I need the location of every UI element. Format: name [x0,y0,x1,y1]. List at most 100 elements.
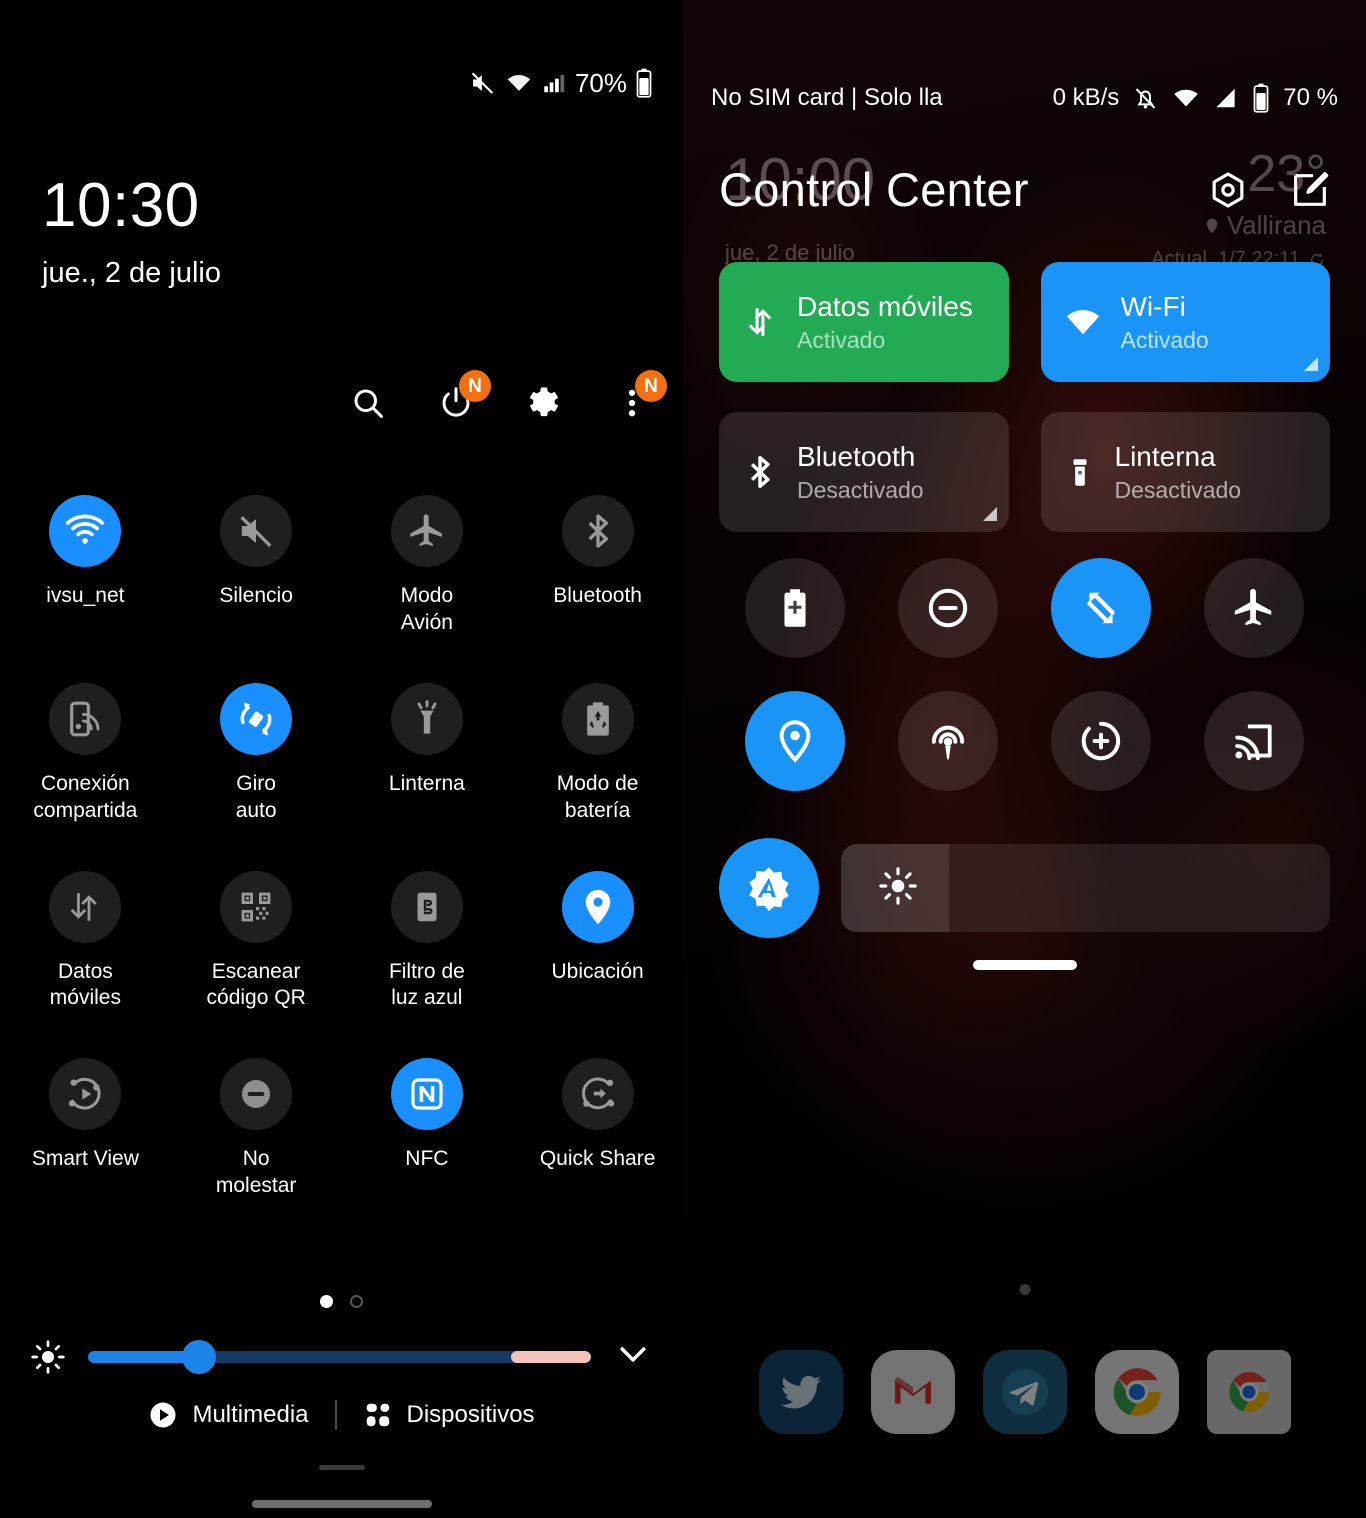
samsung-quick-panel: 70% 10:30 jue., 2 de julio [0,0,683,1518]
page-dot[interactable] [350,1295,363,1308]
brightness-knob[interactable] [182,1340,216,1374]
toggle-auto-rotate[interactable] [1051,558,1151,658]
power-button[interactable]: N [435,382,477,424]
tile-scan-qr[interactable]: Escanearcódigo QR [171,871,342,1013]
toggle-screen-cast[interactable] [1204,691,1304,791]
page-dot-active[interactable] [320,1295,333,1308]
tile-label: Escanearcódigo QR [207,959,306,1013]
dock-chrome[interactable] [1095,1350,1179,1434]
toggle-location[interactable] [745,691,845,791]
do-not-disturb-icon [236,1074,276,1114]
left-status-bar: 70% [0,66,653,100]
card-wifi[interactable]: Wi-Fi Activado [1041,262,1331,382]
tile-smart-view[interactable]: Smart View [0,1058,171,1200]
toggle-screen-record[interactable] [1051,691,1151,791]
twitter-icon [777,1368,825,1416]
tile-mobile-data[interactable]: Datosmóviles [0,871,171,1013]
card-mobile-data[interactable]: Datos móviles Activado [719,262,1009,382]
brightness-sun-wrap [877,865,919,912]
tile-auto-rotate[interactable]: Giroauto [171,683,342,825]
quick-panel-actions: N N [347,382,653,424]
bluetooth-icon [741,453,779,491]
toggle-hotspot[interactable] [898,691,998,791]
hotspot-icon [924,717,972,765]
card-expand-corner[interactable] [1304,357,1318,371]
signal-icon [541,70,567,96]
brightness-row [0,1334,683,1379]
dock-gmail[interactable] [871,1350,955,1434]
tile-nfc[interactable]: NFC [342,1058,513,1200]
card-bluetooth[interactable]: Bluetooth Desactivado [719,412,1009,532]
tile-battery-mode[interactable]: Modo debatería [512,683,683,825]
tile-label: Nomolestar [216,1146,297,1200]
tile-bluetooth[interactable]: Bluetooth [512,495,683,637]
lock-clock: 10:30 jue., 2 de julio [42,175,221,290]
clock-time: 10:30 [42,175,221,237]
tile-label: Smart View [32,1146,139,1173]
tile-icon-wrap [391,495,463,567]
panel-drag-handle[interactable] [319,1465,365,1470]
card-texts: Wi-Fi Activado [1121,291,1209,354]
toggle-do-not-disturb[interactable] [898,558,998,658]
battery-icon [1252,83,1270,113]
battery-mode-icon [578,699,618,739]
telegram-icon [1000,1367,1050,1417]
tile-label: Ubicación [552,959,644,986]
card-flashlight[interactable]: Linterna Desactivado [1041,412,1331,532]
nfc-icon [407,1074,447,1114]
battery-percentage: 70% [575,68,627,99]
toggle-battery-saver[interactable] [745,558,845,658]
edit-icon[interactable] [1290,170,1330,210]
dock-twitter[interactable] [759,1350,843,1434]
tile-do-not-disturb[interactable]: Nomolestar [171,1058,342,1200]
brightness-slider[interactable] [841,844,1330,932]
tile-flashlight[interactable]: Linterna [342,683,513,825]
tile-tethering[interactable]: Conexióncompartida [0,683,171,825]
control-center-drag-handle[interactable] [973,960,1077,970]
tile-wifi[interactable]: ivsu_net [0,495,171,637]
signal-icon [1213,85,1239,111]
devices-label: Dispositivos [407,1401,535,1429]
round-toggles-grid [719,558,1330,791]
brightness-slider[interactable] [88,1351,591,1363]
qr-code-icon [237,888,275,926]
more-options-button[interactable]: N [611,382,653,424]
devices-grid-icon [363,1400,393,1430]
tile-label: Modo debatería [557,771,639,825]
brightness-controls [719,838,1330,938]
toggle-auto-brightness[interactable] [719,838,819,938]
card-expand-corner[interactable] [983,507,997,521]
tile-quick-share[interactable]: Quick Share [512,1058,683,1200]
home-dock [683,1350,1366,1434]
hotspot-tether-icon [65,699,105,739]
wifi-icon [64,510,106,552]
card-texts: Linterna Desactivado [1115,441,1242,504]
devices-button[interactable]: Dispositivos [363,1400,535,1430]
chevron-down-icon[interactable] [613,1334,653,1374]
card-texts: Datos móviles Activado [797,291,973,354]
home-page-indicator [1019,1284,1030,1295]
tile-label: Giroauto [236,771,277,825]
search-button[interactable] [347,382,389,424]
gesture-nav-bar[interactable] [252,1500,432,1508]
dock-telegram[interactable] [983,1350,1067,1434]
carrier-label: No SIM card | Solo lla [711,84,943,112]
media-button[interactable]: Multimedia [148,1400,308,1430]
dock-chrome-task[interactable] [1207,1350,1291,1434]
tile-icon-wrap [49,871,121,943]
tile-icon-wrap [220,1058,292,1130]
auto-rotate-icon [235,698,277,740]
hexagon-settings-icon[interactable] [1208,170,1248,210]
toggle-airplane-mode[interactable] [1204,558,1304,658]
tile-location[interactable]: Ubicación [512,871,683,1013]
tile-blue-light-filter[interactable]: Filtro deluz azul [342,871,513,1013]
mobile-data-icon [65,887,105,927]
tile-icon-wrap [220,683,292,755]
brightness-sun-icon [877,865,919,907]
card-title: Datos móviles [797,291,973,323]
settings-button[interactable] [523,382,565,424]
tile-icon-wrap [391,871,463,943]
tile-silencio[interactable]: Silencio [171,495,342,637]
right-status-bar: No SIM card | Solo lla 0 kB/s [683,78,1366,118]
tile-airplane-mode[interactable]: ModoAvión [342,495,513,637]
